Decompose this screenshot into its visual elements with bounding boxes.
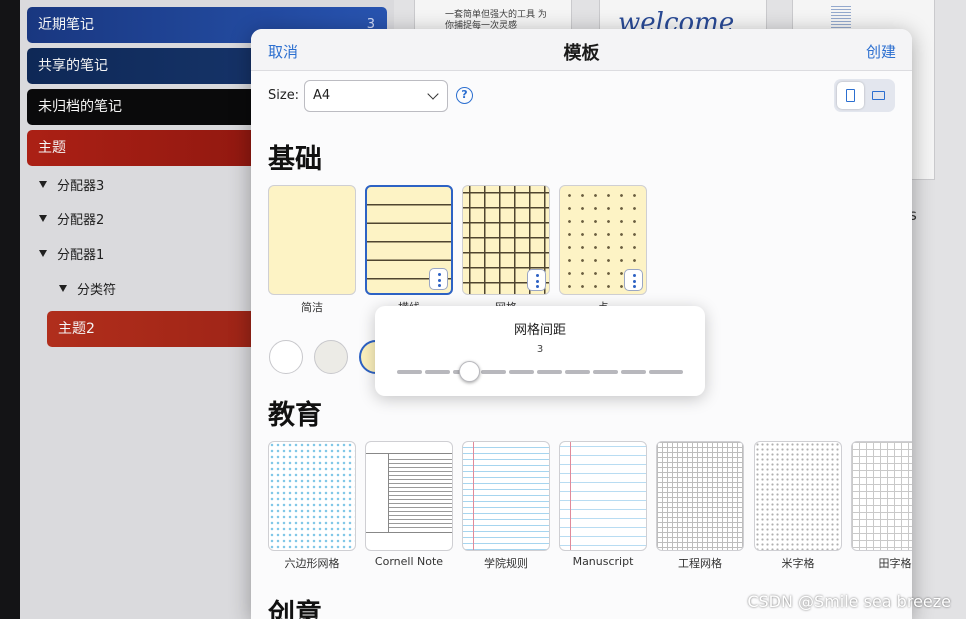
size-select[interactable]: A4 (304, 80, 448, 112)
template-grid[interactable] (462, 185, 550, 295)
size-label: Size: (268, 88, 300, 103)
more-dot-icon (437, 273, 441, 276)
popover-title: 网格间距 (513, 323, 566, 338)
template-lined[interactable] (365, 185, 453, 295)
size-select-value: A4 (313, 88, 331, 103)
template-college-ruled[interactable] (462, 441, 550, 551)
template-label: Cornell Note (374, 555, 444, 568)
section-title-basic: 基础 (268, 144, 322, 175)
landscape-icon (872, 91, 885, 100)
paper-color-beige[interactable] (314, 340, 348, 374)
create-button[interactable]: 创建 (866, 41, 896, 62)
device-bezel (0, 0, 20, 619)
more-dot-icon (632, 279, 636, 283)
modal-header: 取消 模板 创建 (251, 29, 912, 71)
template-label: 工程网格 (678, 557, 722, 570)
orientation-toggle (834, 79, 895, 112)
watermark: CSDN @Smile sea breeze (747, 592, 951, 611)
grid-spacing-value: 3 (536, 344, 544, 355)
template-options-button[interactable] (429, 268, 448, 290)
more-dot-icon (437, 278, 441, 282)
landscape-button[interactable] (865, 82, 892, 109)
help-icon[interactable]: ? (456, 87, 473, 104)
grid-spacing-popover: 网格间距 3 (375, 306, 705, 396)
more-dot-icon (632, 274, 636, 277)
cornell-note-lines (389, 456, 452, 530)
template-label: 田字格 (878, 557, 912, 570)
template-hexagon-grid[interactable] (268, 441, 356, 551)
modal-title: 模板 (563, 43, 600, 64)
template-mizi-grid[interactable] (754, 441, 842, 551)
chevron-down-icon (427, 88, 439, 100)
template-manuscript[interactable] (559, 441, 647, 551)
template-options-button[interactable] (527, 269, 546, 291)
portrait-icon (846, 89, 855, 102)
template-label: 米字格 (781, 557, 815, 570)
template-tianzi-grid[interactable] (851, 441, 912, 551)
template-label: 简洁 (301, 301, 323, 314)
template-dotted[interactable] (559, 185, 647, 295)
template-engineering-grid[interactable] (656, 441, 744, 551)
template-options-button[interactable] (624, 269, 643, 291)
grid-spacing-slider-track[interactable] (397, 370, 683, 374)
template-plain[interactable] (268, 185, 356, 295)
section-title-education: 教育 (268, 400, 322, 431)
template-cornell-note[interactable] (365, 441, 453, 551)
paper-color-white[interactable] (269, 340, 303, 374)
more-dot-icon (535, 274, 539, 277)
more-dot-icon (632, 285, 636, 288)
template-label: 六边形网格 (284, 557, 340, 570)
more-dot-icon (535, 285, 539, 288)
template-label: 学院规则 (484, 557, 528, 570)
portrait-button[interactable] (837, 82, 864, 109)
template-label: Manuscript (572, 555, 634, 568)
cornell-header-line (366, 442, 452, 454)
margin-line (473, 442, 474, 550)
more-dot-icon (535, 279, 539, 283)
grid-spacing-slider-thumb[interactable] (459, 361, 480, 382)
cornell-summary-line (366, 532, 452, 533)
section-title-creative: 创意 (268, 599, 322, 619)
margin-line (570, 442, 571, 550)
more-dot-icon (437, 284, 441, 287)
